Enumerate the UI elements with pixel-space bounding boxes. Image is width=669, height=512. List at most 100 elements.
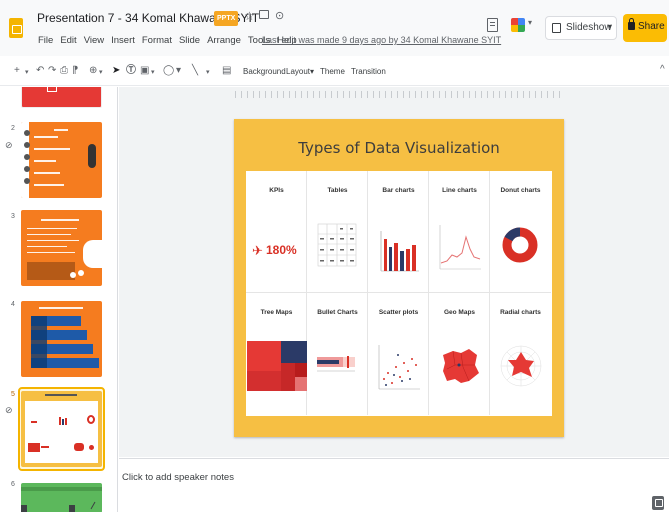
kpi-value: 180% (266, 243, 297, 257)
lock-icon (628, 18, 635, 30)
cell-scatter-plots: Scatter plots (368, 293, 429, 415)
slide-thumbnail-2[interactable] (21, 122, 102, 198)
menu-view[interactable]: View (84, 35, 104, 46)
transition-button[interactable]: Transition (351, 67, 386, 76)
slide-thumbnail-3[interactable] (21, 210, 102, 286)
line-chart-graphic (439, 225, 481, 270)
meet-icon (511, 18, 525, 32)
cell-label: Line charts (442, 187, 477, 194)
redo-icon[interactable]: ↷ (48, 65, 56, 77)
chevron-down-icon[interactable]: ▾ (206, 67, 210, 79)
cell-label: Tables (327, 187, 348, 194)
select-cursor-icon[interactable]: ➤ (112, 65, 120, 77)
new-slide-icon[interactable]: + (14, 65, 20, 77)
menu-slide[interactable]: Slide (179, 35, 200, 46)
chevron-down-icon[interactable]: ▾ (25, 67, 29, 79)
menu-insert[interactable]: Insert (111, 35, 135, 46)
paint-format-icon[interactable]: ⁋ (72, 65, 78, 77)
slide-thumbnail-5[interactable] (21, 391, 102, 467)
menu-bar: File Edit View Insert Format Slide Arran… (38, 35, 297, 46)
ruler (235, 91, 563, 98)
last-edit-link[interactable]: Last edit was made 9 days ago by 34 Koma… (262, 35, 501, 45)
cell-label: Bullet Charts (317, 309, 358, 316)
slideshow-icon (552, 23, 561, 33)
theme-button[interactable]: Theme (320, 67, 345, 76)
cell-bullet-charts: Bullet Charts (307, 293, 368, 415)
undo-icon[interactable]: ↶ (36, 65, 44, 77)
slide-thumbnail-1[interactable] (21, 87, 102, 108)
slideshow-button[interactable]: Slideshow ▾ (545, 16, 617, 40)
cell-label: KPIs (269, 187, 284, 194)
slide-filmstrip[interactable]: 2 ⊘ 3 4 5 ⊘ 6 (0, 87, 118, 512)
cell-geo-maps: Geo Maps (429, 293, 490, 415)
slide-thumbnail-4[interactable] (21, 301, 102, 377)
cell-line-charts: Line charts (429, 171, 490, 293)
cell-label: Radial charts (500, 309, 541, 316)
visualization-grid: KPIs ✈ 180% Tables Bar charts Line chart… (246, 171, 552, 416)
zoom-icon[interactable]: ⊕ (89, 65, 97, 77)
slide-number: 2 (11, 125, 15, 132)
file-format-badge: PPTX (214, 11, 239, 26)
shape-icon[interactable]: ◯ (163, 65, 174, 77)
cell-tree-maps: Tree Maps (246, 293, 307, 415)
scatter-plot-graphic (378, 345, 420, 390)
cell-radial-charts: Radial charts (490, 293, 551, 415)
menu-arrange[interactable]: Arrange (207, 35, 241, 46)
line-icon[interactable]: ╲ (192, 65, 198, 77)
current-slide[interactable]: Types of Data Visualization KPIs ✈ 180% … (234, 119, 564, 437)
print-icon[interactable]: ⎙ (60, 65, 68, 77)
slides-logo-icon[interactable] (9, 18, 23, 38)
chevron-down-icon[interactable]: ▾ (151, 67, 155, 79)
radial-chart-graphic (500, 345, 542, 387)
slideshow-label: Slideshow (566, 22, 612, 33)
comment-icon[interactable]: ⊘ (5, 405, 13, 416)
move-to-folder-icon[interactable] (259, 10, 269, 19)
image-icon[interactable]: ▣ (140, 65, 149, 77)
cell-tables: Tables (307, 171, 368, 293)
cell-label: Donut charts (500, 187, 541, 194)
text-box-icon[interactable]: Ⓣ (126, 65, 136, 77)
chevron-down-icon[interactable]: ▾ (99, 67, 103, 79)
airplane-icon: ✈ (252, 243, 263, 258)
treemap-graphic (247, 341, 307, 391)
chevron-down-icon: ▾ (528, 18, 533, 27)
cell-label: Scatter plots (378, 309, 419, 316)
slide-number: 6 (11, 481, 15, 488)
speaker-notes-area[interactable]: Click to add speaker notes (119, 458, 669, 512)
chevron-down-icon[interactable]: ▾ (176, 65, 181, 77)
comments-history-icon[interactable] (487, 18, 498, 32)
view-toggle[interactable] (21, 501, 101, 512)
menu-file[interactable]: File (38, 35, 53, 46)
slide-title[interactable]: Types of Data Visualization (234, 139, 564, 157)
slide-number: 4 (11, 301, 15, 308)
chevron-up-icon[interactable]: ^ (660, 64, 665, 75)
slide-number: 3 (11, 213, 15, 220)
cloud-status-icon[interactable]: ⊙ (275, 9, 284, 22)
comment-icon[interactable]: ⊘ (5, 140, 13, 151)
filmstrip-view-icon[interactable] (69, 505, 75, 512)
background-button[interactable]: Background (243, 67, 286, 76)
menu-edit[interactable]: Edit (60, 35, 76, 46)
cell-bar-charts: Bar charts (368, 171, 429, 293)
slide-number: 5 (11, 391, 15, 398)
bullet-chart-graphic (317, 356, 355, 372)
chevron-down-icon[interactable]: ▾ (608, 22, 612, 31)
menu-format[interactable]: Format (142, 35, 172, 46)
star-icon[interactable]: ☆ (244, 9, 255, 23)
geo-map-graphic (443, 349, 479, 383)
comment-icon[interactable]: ▤ (222, 65, 231, 77)
cell-label: Tree Maps (260, 309, 293, 316)
toolbar: + ▾ ↶ ↷ ⎙ ⁋ ⊕ ▾ ➤ Ⓣ ▣ ▾ ◯ ▾ ╲ ▾ ▤ Backgr… (0, 58, 669, 86)
cell-kpis: KPIs ✈ 180% (246, 171, 307, 293)
grid-view-icon[interactable] (21, 505, 27, 512)
bar-chart-graphic (380, 231, 419, 272)
cell-donut-charts: Donut charts (490, 171, 551, 293)
share-button[interactable]: Share (623, 14, 667, 42)
speaker-notes-placeholder[interactable]: Click to add speaker notes (122, 472, 234, 483)
meet-button[interactable]: ▾ (511, 16, 539, 36)
explore-icon[interactable] (652, 496, 664, 510)
layout-button[interactable]: Layout▾ (286, 67, 314, 76)
app-header: Presentation 7 - 34 Komal Khawane SYIT P… (0, 0, 669, 56)
cell-label: Geo Maps (443, 309, 476, 316)
table-graphic (317, 223, 357, 267)
